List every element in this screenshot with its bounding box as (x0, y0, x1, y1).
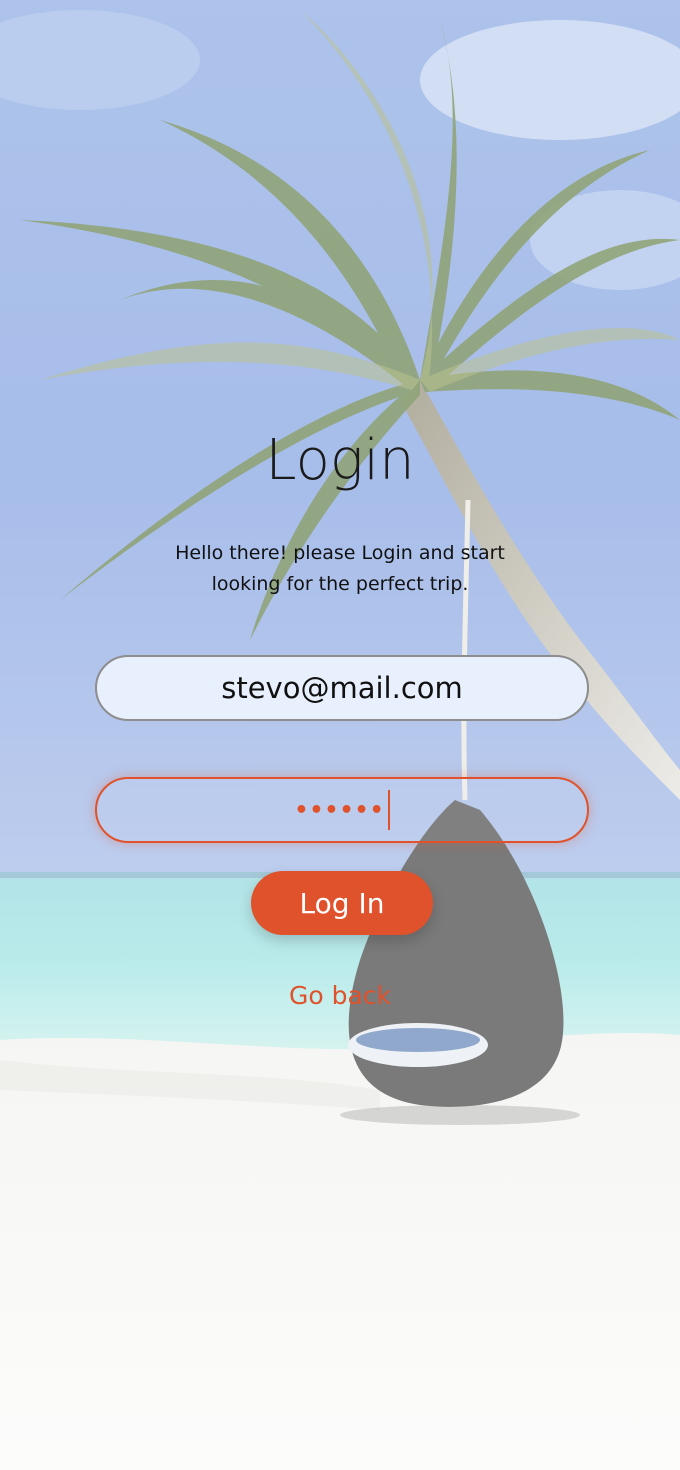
login-button[interactable]: Log In (251, 871, 433, 935)
login-subtitle: Hello there! please Login and start look… (175, 542, 505, 595)
password-field[interactable]: •••••• (95, 777, 589, 843)
page-title: Login (265, 428, 415, 493)
text-caret (387, 790, 390, 830)
email-field[interactable]: stevo@mail.com (95, 655, 589, 721)
login-screen: Login Hello there! please Login and star… (0, 0, 680, 1470)
password-value: •••••• (294, 797, 385, 823)
login-button-label: Log In (299, 886, 385, 920)
email-value: stevo@mail.com (221, 671, 463, 705)
go-back-link[interactable]: Go back (0, 981, 680, 1010)
